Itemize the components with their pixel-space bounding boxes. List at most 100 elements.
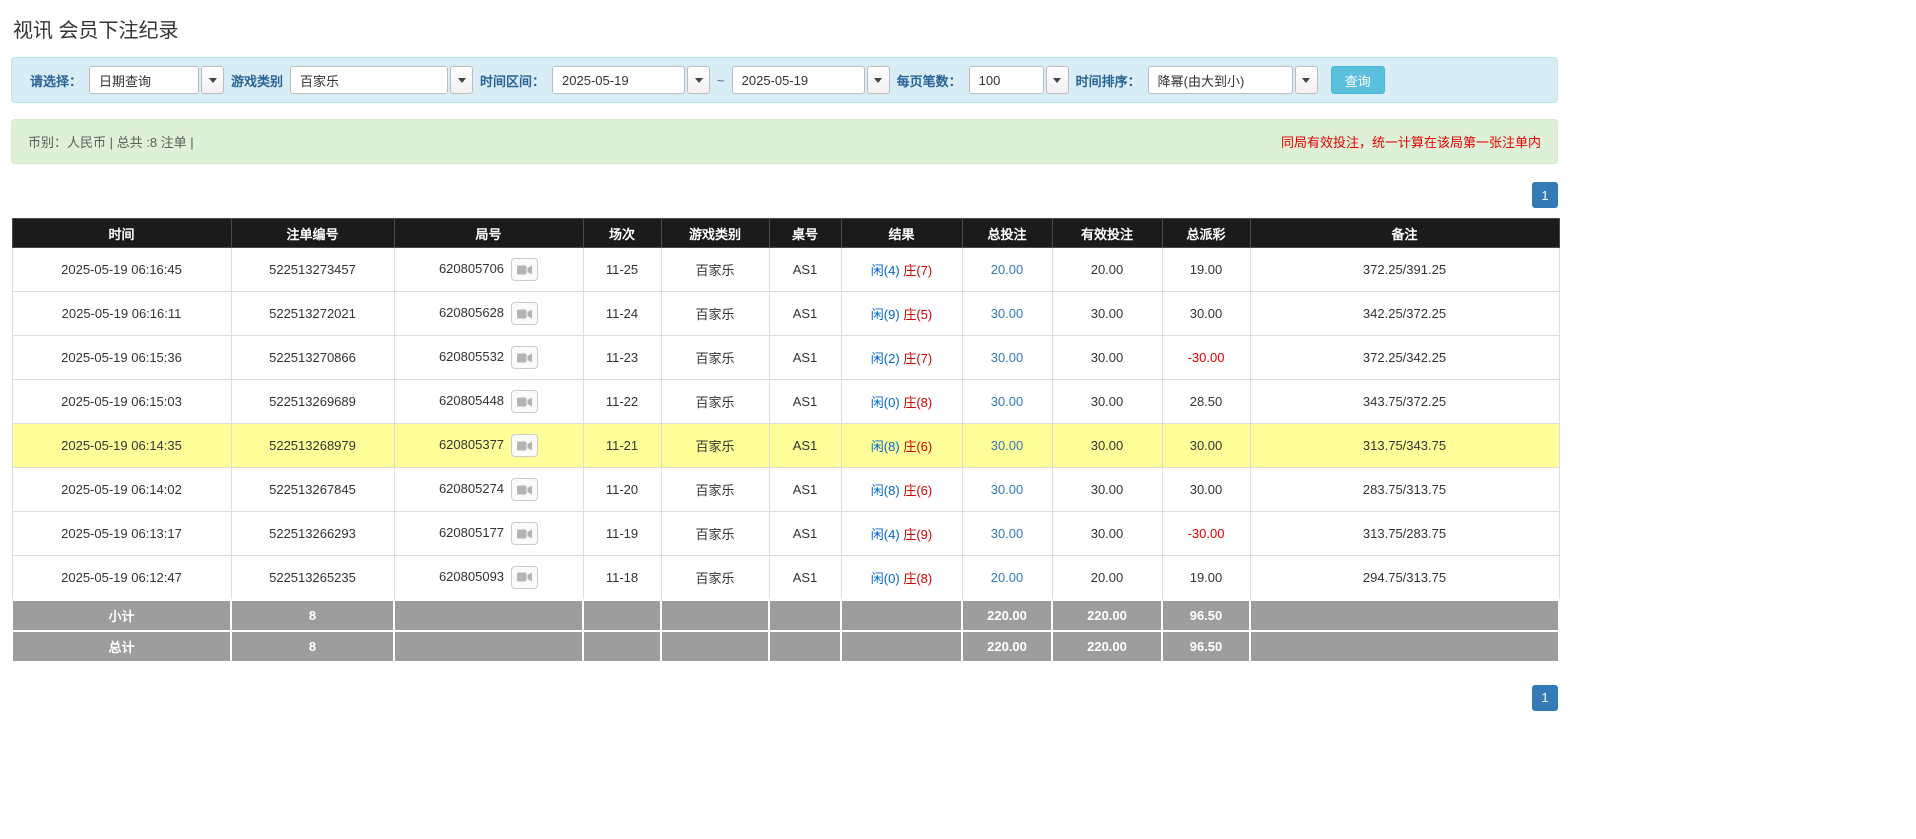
video-replay-button[interactable] [511,390,539,413]
summary-bar: 币别：人民币 | 总共 :8 注单 | 同局有效投注，统一计算在该局第一张注单内 [11,119,1558,164]
column-header: 结果 [840,218,963,248]
filter-bar: 请选择： 日期查询 游戏类别 百家乐 时间区间： ~ 每页笔数： 时间排序： 降… [11,57,1558,103]
total-bet-link[interactable]: 20.00 [991,262,1024,277]
sort-value[interactable]: 降幂(由大到小) [1147,66,1293,94]
round-number: 620805274 [438,480,505,496]
round-cell: 620805628 [393,291,584,336]
summary-note: 同局有效投注，统一计算在该局第一张注单内 [1280,135,1541,150]
subtotal-row-cell [660,598,770,632]
video-replay-button[interactable] [511,565,539,589]
currency-summary: 币别：人民币 | 总共 :8 注单 | [28,135,194,150]
chevron-down-icon [457,77,466,83]
search-button[interactable]: 查询 [1330,66,1385,94]
game-type-cell: 百家乐 [660,291,770,336]
table-number-cell: AS1 [768,467,842,512]
per-page-combo[interactable] [968,66,1069,94]
result-cell: 闲(2) 庄(7) [840,335,963,380]
video-replay-button[interactable] [511,478,539,501]
chevron-down-icon[interactable] [450,66,474,94]
video-replay-button[interactable] [511,346,539,369]
total-bet-link[interactable]: 30.00 [991,482,1024,497]
column-header: 总投注 [961,218,1053,248]
video-replay-button[interactable] [511,258,539,281]
bet-id-cell: 522513268979 [230,423,395,468]
round-cell: 620805706 [393,247,584,292]
total-bet-link[interactable]: 30.00 [991,438,1024,453]
banker-result: 庄(7) [903,351,933,366]
total-bet-link[interactable]: 30.00 [991,350,1024,365]
total-row-cell: 总计 [11,629,232,663]
total-bet-link[interactable]: 20.00 [991,570,1024,585]
total-bet-cell: 30.00 [961,379,1053,424]
total-bet-cell: 20.00 [961,247,1053,292]
page: 视讯 会员下注纪录 请选择： 日期查询 游戏类别 百家乐 时间区间： ~ 每页笔… [0,0,1569,721]
date-from-combo[interactable] [552,66,711,94]
table-number-cell: AS1 [768,555,842,600]
total-bet-link[interactable]: 30.00 [991,394,1024,409]
player-result: 闲(0) [870,570,900,586]
bet-id-cell: 522513270866 [230,335,395,380]
game-type-cell: 百家乐 [660,423,770,468]
time-cell: 2025-05-19 06:12:47 [11,555,232,600]
time-cell: 2025-05-19 06:15:36 [11,335,232,380]
total-row: 总计 8 220.00 220.00 96.50 [11,629,1560,663]
subtotal-row-cell: 8 [230,598,395,632]
valid-bet-cell: 20.00 [1051,555,1163,600]
bet-id-cell: 522513265235 [230,555,395,600]
player-result: 闲(8) [870,483,900,498]
page-button-1[interactable]: 1 [1532,684,1558,711]
video-replay-button[interactable] [511,434,539,457]
date-to-combo[interactable] [731,66,890,94]
chevron-down-icon [694,77,703,83]
page-button-1[interactable]: 1 [1532,182,1558,208]
subtotal-row: 小计 8 220.00 220.00 96.50 [11,598,1560,632]
video-replay-button[interactable] [511,522,539,545]
payout-cell: 30.00 [1161,423,1251,468]
total-bet-cell: 30.00 [961,511,1053,556]
video-replay-button[interactable] [511,302,539,325]
round-cell: 620805274 [393,467,584,512]
sort-combo[interactable]: 降幂(由大到小) [1147,66,1318,94]
note-cell: 283.75/313.75 [1249,467,1560,512]
query-type-value[interactable]: 日期查询 [89,66,200,94]
total-bet-link[interactable]: 30.00 [991,526,1024,541]
chevron-down-icon[interactable] [201,66,225,94]
game-type-combo[interactable]: 百家乐 [290,66,474,94]
table-row: 2025-05-19 06:16:11 522513272021 620805628… [11,291,1560,336]
banker-result: 庄(7) [903,263,933,278]
date-from-input[interactable] [552,66,686,94]
total-row-cell: 220.00 [961,629,1053,663]
valid-bet-cell: 30.00 [1051,423,1163,468]
chevron-down-icon[interactable] [1294,66,1318,94]
round-number: 620805706 [438,260,505,276]
payout-value: -30.00 [1187,350,1225,365]
date-to-input[interactable] [731,66,865,94]
subtotal-row-cell: 小计 [11,598,232,632]
pagination-bottom: 1 [11,684,1558,711]
time-cell: 2025-05-19 06:15:03 [11,379,232,424]
chevron-down-icon[interactable] [687,66,711,94]
round-cell: 620805093 [393,555,584,600]
total-bet-link[interactable]: 30.00 [991,306,1024,321]
chevron-down-icon[interactable] [1045,66,1069,94]
column-header: 场次 [582,218,662,248]
table-row: 2025-05-19 06:12:47 522513265235 620805093… [11,555,1560,600]
chevron-down-icon[interactable] [866,66,890,94]
chevron-down-icon [208,77,217,83]
game-type-value[interactable]: 百家乐 [290,66,449,94]
payout-cell: 28.50 [1161,379,1251,424]
video-replay-icon [517,529,533,538]
bet-id-cell: 522513272021 [230,291,395,336]
payout-cell: -30.00 [1161,511,1251,556]
total-bet-cell: 30.00 [961,291,1053,336]
query-type-combo[interactable]: 日期查询 [89,66,225,94]
result-cell: 闲(4) 庄(7) [840,247,963,292]
time-cell: 2025-05-19 06:16:45 [11,247,232,292]
payout-value: 30.00 [1189,482,1223,497]
total-row-cell: 96.50 [1161,629,1251,663]
subtotal-row-cell [393,598,584,632]
column-header: 局号 [393,218,584,248]
chevron-down-icon [874,77,883,83]
total-row-cell [1249,629,1560,663]
per-page-input[interactable] [968,66,1044,94]
